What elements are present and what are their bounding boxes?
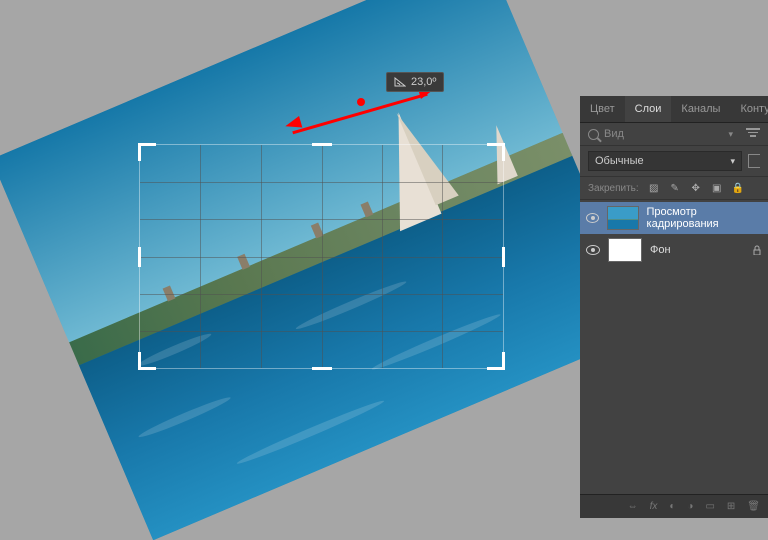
new-layer-icon[interactable]: ⊞ <box>727 501 735 512</box>
lock-position-icon[interactable]: ✥ <box>690 182 702 194</box>
search-icon <box>588 129 599 140</box>
layer-thumbnail[interactable] <box>607 206 638 230</box>
crop-handle-tl[interactable] <box>138 143 156 161</box>
crop-handle-br[interactable] <box>487 352 505 370</box>
blend-mode-select[interactable]: Обычные ▾ <box>588 151 742 171</box>
crop-handle-bottom[interactable] <box>312 367 332 370</box>
rotation-angle-badge: 23,0º <box>386 72 444 92</box>
angle-icon <box>394 77 406 87</box>
crop-handle-left[interactable] <box>138 247 141 267</box>
panel-tabs: Цвет Слои Каналы Контуры <box>580 96 768 123</box>
lock-brush-icon[interactable]: ✎ <box>669 182 681 194</box>
tab-color[interactable]: Цвет <box>580 96 625 122</box>
chevron-down-icon: ▾ <box>728 129 733 140</box>
crop-overlay[interactable] <box>139 144 504 369</box>
tab-channels[interactable]: Каналы <box>671 96 730 122</box>
lock-options-row: Закрепить: ▨ ✎ ✥ ▣ 🔒 <box>580 177 768 200</box>
lock-all-icon[interactable]: 🔒 <box>732 182 744 194</box>
layer-filter-row: Вид ▾ <box>580 123 768 146</box>
trash-icon[interactable]: 🗑 <box>747 501 760 512</box>
visibility-eye-icon[interactable] <box>586 245 600 255</box>
lock-pixels-icon[interactable]: ▨ <box>648 182 660 194</box>
blend-mode-row: Обычные ▾ <box>580 146 768 177</box>
layer-item[interactable]: Фон <box>580 234 768 266</box>
visibility-eye-icon[interactable] <box>586 213 599 223</box>
blend-mode-value: Обычные <box>595 155 644 167</box>
opacity-bracket-icon[interactable] <box>748 154 760 168</box>
crop-handle-right[interactable] <box>502 247 505 267</box>
group-icon[interactable]: ▭ <box>705 501 714 512</box>
layer-name: Просмотр кадрирования <box>647 206 762 230</box>
crop-handle-bl[interactable] <box>138 352 156 370</box>
adjustment-icon[interactable]: ◑ <box>687 501 693 512</box>
layer-name: Фон <box>650 244 671 256</box>
layers-panel: Цвет Слои Каналы Контуры Вид ▾ Обычные ▾… <box>580 96 768 518</box>
tab-paths[interactable]: Контуры <box>730 96 768 122</box>
mask-icon[interactable]: ◐ <box>669 501 675 512</box>
canvas-area[interactable]: 23,0º <box>0 0 580 518</box>
rotation-angle-value: 23,0º <box>411 76 436 88</box>
crop-handle-top[interactable] <box>312 143 332 146</box>
filter-type-select[interactable]: Вид <box>604 128 723 140</box>
filter-toggle-icon[interactable] <box>746 128 760 140</box>
chevron-down-icon: ▾ <box>730 156 735 167</box>
crop-handle-tr[interactable] <box>487 143 505 161</box>
layer-item[interactable]: Просмотр кадрирования <box>580 202 768 234</box>
lock-icon <box>752 245 762 255</box>
panel-footer: ⇔ fx ◐ ◑ ▭ ⊞ 🗑 <box>580 494 768 518</box>
fx-icon[interactable]: fx <box>650 501 658 512</box>
tab-layers[interactable]: Слои <box>625 96 672 122</box>
link-layers-icon[interactable]: ⇔ <box>628 501 638 512</box>
lock-artboard-icon[interactable]: ▣ <box>711 182 723 194</box>
layer-thumbnail[interactable] <box>608 238 642 262</box>
lock-label: Закрепить: <box>588 183 639 194</box>
layers-list: Просмотр кадрирования Фон <box>580 200 768 494</box>
